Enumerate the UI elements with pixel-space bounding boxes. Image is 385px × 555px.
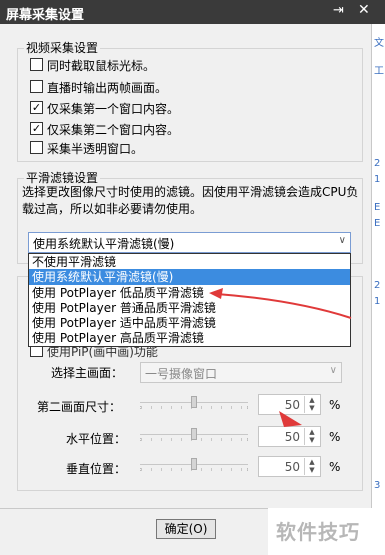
checkbox-box[interactable]: [30, 141, 43, 154]
check-icon[interactable]: ✓: [30, 122, 43, 135]
video-capture-legend: 视频采集设置: [24, 39, 101, 56]
vertical-position-slider[interactable]: [140, 458, 248, 472]
annotation-arrow-icon: [279, 411, 302, 427]
strip-glyph: 1: [374, 296, 381, 307]
second-screen-size-slider[interactable]: [140, 396, 248, 410]
title-bar: 屏幕采集设置 ⇥ ✕: [0, 0, 385, 24]
slider-thumb[interactable]: [191, 428, 197, 440]
chevron-down-icon[interactable]: ∨: [330, 365, 337, 376]
ok-button[interactable]: 确定(O): [156, 519, 216, 539]
strip-glyph: 2: [374, 280, 381, 291]
spinner-arrows-icon[interactable]: ▲ ▼: [304, 396, 319, 413]
strip-glyph: 3: [374, 480, 381, 491]
spinner-value: 50: [284, 430, 300, 444]
pin-icon[interactable]: ⇥: [333, 3, 344, 18]
checkbox-label: 同时截取鼠标光标。: [47, 59, 156, 73]
checkbox-label: 仅采集第一个窗口内容。: [47, 102, 180, 116]
dropdown-option[interactable]: 使用 PotPlayer 高品质平滑滤镜: [29, 330, 350, 346]
background-app-strip: 文 工 2 1 E E 2 1 3: [372, 24, 385, 555]
main-screen-value: 一号摄像窗口: [145, 367, 218, 381]
main-screen-select[interactable]: 一号摄像窗口 ∨: [140, 362, 342, 383]
horizontal-position-spinner[interactable]: 50 ▲ ▼: [258, 426, 321, 447]
percent-unit: %: [329, 430, 341, 444]
check-icon[interactable]: ✓: [30, 101, 43, 114]
strip-glyph: E: [374, 218, 381, 229]
strip-glyph: 2: [374, 158, 381, 169]
second-screen-size-label: 第二画面尺寸：: [37, 400, 122, 414]
window-title: 屏幕采集设置: [6, 8, 85, 23]
watermark: 软件技巧: [268, 508, 385, 555]
checkbox-label: 直播时输出两帧画面。: [47, 81, 168, 95]
percent-unit: %: [329, 460, 341, 474]
percent-unit: %: [329, 398, 341, 412]
smooth-filter-select[interactable]: 使用系统默认平滑滤镜(慢) ∨: [28, 232, 351, 253]
spinner-arrows-icon[interactable]: ▲ ▼: [304, 458, 319, 475]
horizontal-position-slider[interactable]: [140, 428, 248, 442]
horizontal-position-label: 水平位置：: [66, 432, 127, 446]
dropdown-option[interactable]: 不使用平滑滤镜: [29, 254, 350, 270]
selected-value: 使用系统默认平滑滤镜(慢): [33, 237, 175, 251]
strip-glyph: 1: [374, 174, 381, 185]
spinner-arrows-icon[interactable]: ▲ ▼: [304, 428, 319, 445]
strip-glyph: 工: [374, 66, 384, 77]
slider-thumb[interactable]: [191, 396, 197, 408]
close-icon[interactable]: ✕: [358, 2, 370, 18]
smooth-filter-description: 选择更改图像尺寸时使用的滤镜。因使用平滑滤镜会造成CPU负载过高，所以如非必要请…: [22, 185, 359, 216]
vertical-position-spinner[interactable]: 50 ▲ ▼: [258, 456, 321, 477]
checkbox-box[interactable]: [30, 58, 43, 71]
main-screen-label: 选择主画面：: [51, 366, 124, 380]
checkbox-box[interactable]: [30, 80, 43, 93]
slider-thumb[interactable]: [191, 458, 197, 470]
strip-glyph: E: [374, 202, 381, 213]
strip-glyph: 文: [374, 38, 384, 49]
checkbox-label: 采集半透明窗口。: [47, 142, 144, 156]
chevron-down-icon[interactable]: ∨: [339, 235, 346, 246]
watermark-text: 软件技巧: [276, 520, 360, 544]
annotation-arrow-icon: [209, 288, 352, 319]
spinner-value: 50: [284, 460, 300, 474]
vertical-position-label: 垂直位置：: [66, 462, 127, 476]
checkbox-label: 仅采集第二个窗口内容。: [47, 123, 180, 137]
